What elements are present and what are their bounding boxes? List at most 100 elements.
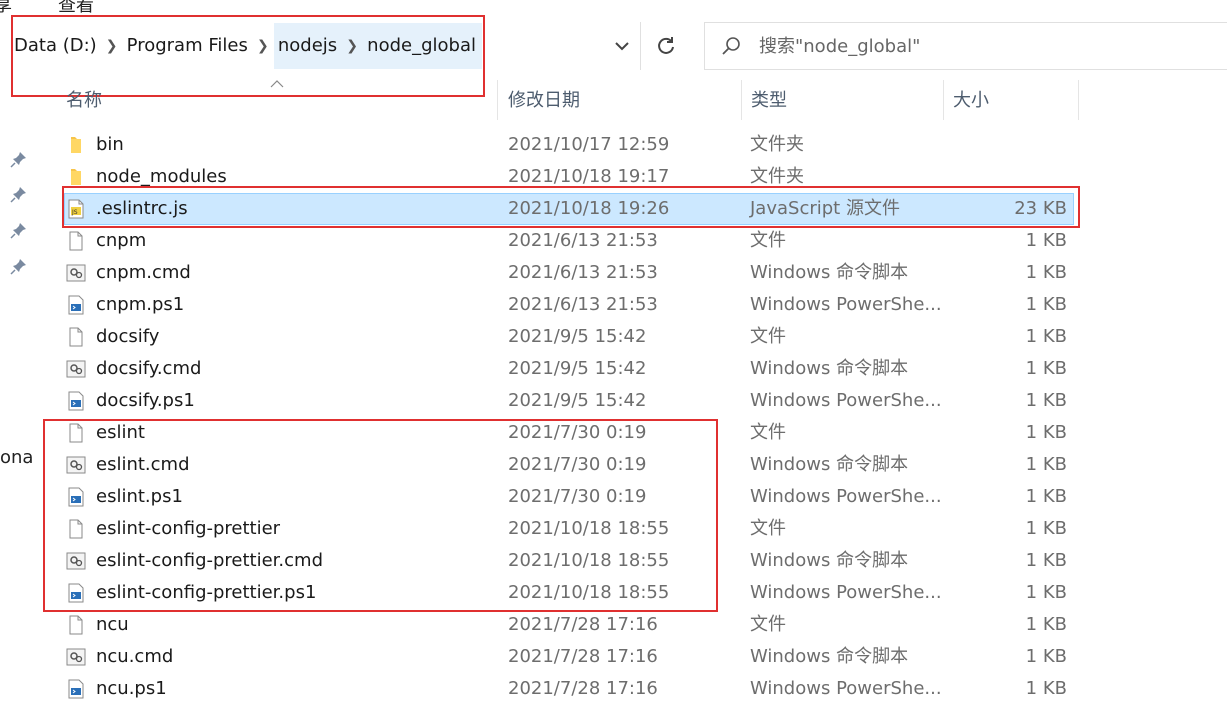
file-type: Windows 命令脚本 — [750, 262, 909, 283]
file-type: 文件 — [750, 230, 786, 251]
file-size: 1 KB — [1025, 422, 1067, 443]
file-row[interactable]: ncu 2021/7/28 17:16 文件 1 KB — [0, 609, 1227, 641]
file-name[interactable]: eslint-config-prettier.cmd — [96, 545, 323, 577]
column-divider[interactable] — [1078, 80, 1079, 120]
column-header-name[interactable]: 名称 — [56, 82, 496, 120]
powershell-script-icon — [66, 679, 86, 699]
svg-text:JS: JS — [71, 209, 78, 216]
file-name[interactable]: docsify.ps1 — [96, 385, 195, 417]
file-row[interactable]: docsify.ps1 2021/9/5 15:42 Windows PowerSh… — [0, 385, 1227, 417]
file-row[interactable]: docsify 2021/9/5 15:42 文件 1 KB — [0, 321, 1227, 353]
file-name[interactable]: node_modules — [96, 161, 227, 193]
file-type: 文件 — [750, 326, 786, 347]
file-row[interactable]: eslint-config-prettier.ps1 2021/10/18 18:… — [0, 577, 1227, 609]
file-name[interactable]: .eslintrc.js — [96, 193, 188, 225]
file-size: 1 KB — [1025, 646, 1067, 667]
file-name[interactable]: eslint-config-prettier.ps1 — [96, 577, 316, 609]
file-type: 文件 — [750, 518, 786, 539]
file-row[interactable]: ncu.ps1 2021/7/28 17:16 Windows PowerShe..… — [0, 673, 1227, 705]
file-row[interactable]: ncu.cmd 2021/7/28 17:16 Windows 命令脚本 1 KB — [0, 641, 1227, 673]
file-name[interactable]: ncu — [96, 609, 129, 641]
file-name[interactable]: eslint — [96, 417, 145, 449]
file-size: 1 KB — [1025, 518, 1067, 539]
file-date: 2021/6/13 21:53 — [508, 230, 658, 251]
cmd-script-icon — [66, 455, 86, 475]
file-row[interactable]: node_modules 2021/10/18 19:17 文件夹 — [0, 161, 1227, 193]
file-type: 文件 — [750, 614, 786, 635]
file-type: Windows PowerShe... — [750, 582, 942, 603]
file-row[interactable]: cnpm.cmd 2021/6/13 21:53 Windows 命令脚本 1 KB — [0, 257, 1227, 289]
file-date: 2021/7/28 17:16 — [508, 646, 658, 667]
file-size: 1 KB — [1025, 550, 1067, 571]
file-type: 文件夹 — [750, 134, 804, 155]
file-date: 2021/10/18 18:55 — [508, 582, 670, 603]
file-name[interactable]: bin — [96, 129, 124, 161]
file-name[interactable]: docsify — [96, 321, 159, 353]
file-row[interactable]: eslint.cmd 2021/7/30 0:19 Windows 命令脚本 1 KB — [0, 449, 1227, 481]
file-date: 2021/9/5 15:42 — [508, 326, 647, 347]
file-row[interactable]: eslint.ps1 2021/7/30 0:19 Windows PowerShe… — [0, 481, 1227, 513]
cmd-script-icon — [66, 551, 86, 571]
file-row[interactable]: eslint-config-prettier 2021/10/18 18:55 文件… — [0, 513, 1227, 545]
powershell-script-icon — [66, 391, 86, 411]
chevron-down-icon[interactable] — [608, 34, 636, 58]
search-input[interactable] — [757, 34, 1201, 58]
js-file-icon: JS — [66, 199, 86, 219]
file-row[interactable]: JS .eslintrc.js 2021/10/18 19:26 JavaScript… — [0, 193, 1227, 225]
file-row[interactable]: eslint-config-prettier.cmd 2021/10/18 18:… — [0, 545, 1227, 577]
powershell-script-icon — [66, 583, 86, 603]
file-size: 1 KB — [1025, 358, 1067, 379]
ribbon-tab-share[interactable]: 享 — [0, 0, 12, 14]
file-type: Windows 命令脚本 — [750, 358, 909, 379]
ribbon-tab-view[interactable]: 查看 — [58, 0, 94, 14]
file-size: 1 KB — [1025, 614, 1067, 635]
file-size: 1 KB — [1025, 582, 1067, 603]
file-row[interactable]: cnpm 2021/6/13 21:53 文件 1 KB — [0, 225, 1227, 257]
powershell-script-icon — [66, 295, 86, 315]
file-name[interactable]: cnpm — [96, 225, 146, 257]
file-name[interactable]: eslint.cmd — [96, 449, 190, 481]
file-name[interactable]: eslint-config-prettier — [96, 513, 280, 545]
refresh-button[interactable] — [640, 22, 691, 70]
file-date: 2021/7/28 17:16 — [508, 678, 658, 699]
file-row[interactable]: bin 2021/10/17 12:59 文件夹 — [0, 129, 1227, 161]
file-name[interactable]: cnpm.ps1 — [96, 289, 184, 321]
file-size: 1 KB — [1025, 230, 1067, 251]
file-type: Windows PowerShe... — [750, 678, 942, 699]
column-header-size[interactable]: 大小 — [943, 82, 1078, 120]
file-type: 文件 — [750, 422, 786, 443]
file-type: Windows 命令脚本 — [750, 550, 909, 571]
file-date: 2021/9/5 15:42 — [508, 358, 647, 379]
file-type: Windows PowerShe... — [750, 294, 942, 315]
column-header-type[interactable]: 类型 — [741, 82, 943, 120]
blank-file-icon — [66, 615, 86, 635]
cmd-script-icon — [66, 359, 86, 379]
file-type: Windows 命令脚本 — [750, 646, 909, 667]
file-date: 2021/7/30 0:19 — [508, 454, 647, 475]
file-date: 2021/10/18 18:55 — [508, 550, 670, 571]
blank-file-icon — [66, 231, 86, 251]
search-box[interactable] — [704, 22, 1227, 70]
ribbon-tabs: 享 查看 — [0, 0, 1227, 14]
file-name[interactable]: docsify.cmd — [96, 353, 201, 385]
file-row[interactable]: cnpm.ps1 2021/6/13 21:53 Windows PowerShe.… — [0, 289, 1227, 321]
file-size: 1 KB — [1025, 390, 1067, 411]
file-size: 1 KB — [1025, 294, 1067, 315]
file-date: 2021/6/13 21:53 — [508, 294, 658, 315]
powershell-script-icon — [66, 487, 86, 507]
column-header-date[interactable]: 修改日期 — [498, 82, 740, 120]
file-name[interactable]: cnpm.cmd — [96, 257, 191, 289]
search-icon — [721, 36, 757, 56]
refresh-icon — [658, 37, 674, 54]
file-type: JavaScript 源文件 — [750, 198, 900, 219]
file-row[interactable]: eslint 2021/7/30 0:19 文件 1 KB — [0, 417, 1227, 449]
file-name[interactable]: ncu.ps1 — [96, 673, 167, 705]
file-name[interactable]: eslint.ps1 — [96, 481, 183, 513]
file-size: 1 KB — [1025, 678, 1067, 699]
file-name[interactable]: ncu.cmd — [96, 641, 173, 673]
file-date: 2021/10/18 19:17 — [508, 166, 670, 187]
file-date: 2021/7/30 0:19 — [508, 486, 647, 507]
file-date: 2021/10/18 18:55 — [508, 518, 670, 539]
file-type: 文件夹 — [750, 166, 804, 187]
file-row[interactable]: docsify.cmd 2021/9/5 15:42 Windows 命令脚本 1 K… — [0, 353, 1227, 385]
